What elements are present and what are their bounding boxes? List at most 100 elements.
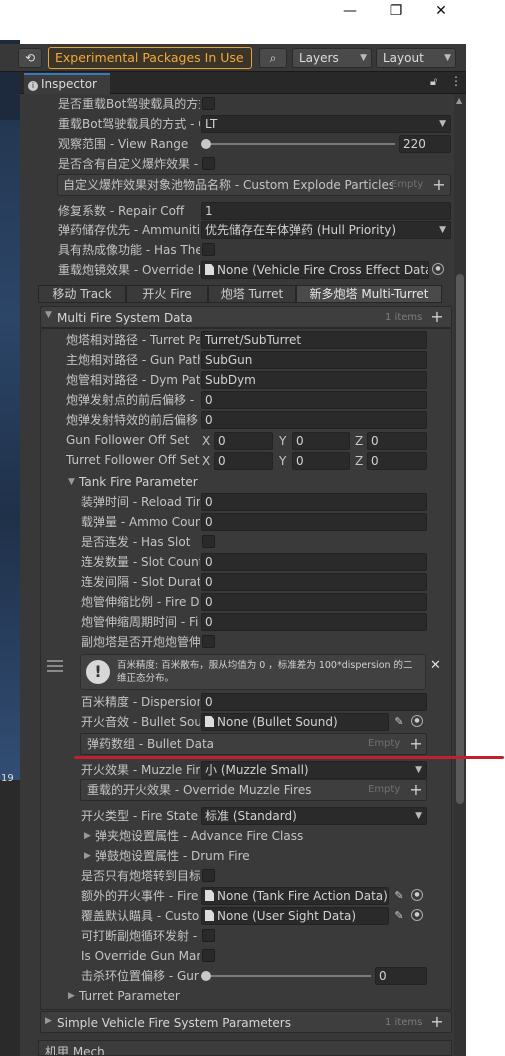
dym-path-field[interactable]: SubDym (201, 371, 427, 389)
turret-path-field[interactable]: Turret/SubTurret (201, 331, 427, 349)
reload-time-field[interactable]: 0 (201, 493, 427, 511)
expand-arrow-icon[interactable]: ▼ (45, 310, 52, 320)
expand-arrow-icon[interactable]: ▶ (84, 831, 91, 841)
gun-path-field[interactable]: SubGun (201, 351, 427, 369)
gun-follower-y[interactable]: 0 (292, 432, 350, 450)
ring-offset-field[interactable]: 0 (375, 967, 427, 985)
prop-label: 重载炮镜效果 - Override F (58, 263, 200, 277)
add-item-button[interactable]: + (406, 735, 426, 753)
turret-follower-x[interactable]: 0 (214, 452, 273, 470)
muzzle-dropdown[interactable]: 小 (Muzzle Small) ▼ (201, 761, 427, 779)
checkbox[interactable] (202, 929, 215, 942)
add-item-button[interactable]: + (427, 308, 447, 326)
view-range-field[interactable]: 220 (399, 135, 451, 153)
layout-dropdown[interactable]: Layout ▼ (376, 48, 456, 68)
prop-label: 载弹量 - Ammo Coun (81, 515, 200, 529)
prop-label: 是否含有自定义爆炸效果 - (58, 157, 199, 171)
checkbox[interactable] (202, 635, 215, 648)
more-options-icon[interactable]: ⋮ (450, 74, 462, 88)
scroll-up-icon[interactable]: ▲ (456, 96, 462, 105)
axis-z-label: Z (355, 434, 364, 448)
slot-count-field[interactable]: 0 (201, 553, 427, 571)
drum-fire-foldout[interactable]: 弹鼓炮设置属性 - Drum Fire (95, 847, 395, 865)
object-picker-icon[interactable]: ● (411, 715, 423, 727)
edit-icon[interactable]: ✎ (392, 909, 406, 923)
expand-arrow-icon[interactable]: ▶ (68, 991, 75, 1001)
checkbox[interactable] (202, 157, 215, 170)
view-range-slider-track[interactable] (205, 143, 395, 145)
object-picker-icon[interactable]: ● (411, 909, 423, 921)
ammunition-dropdown[interactable]: 优先储存在车体弹药 (Hull Priority) ▼ (201, 221, 451, 239)
gun-follower-label: Gun Follower Off Set (66, 433, 190, 447)
help-text: 百米精度: 百米散布，服从均值为 0 ，标准差为 100*dispersion … (117, 660, 413, 684)
expand-arrow-icon[interactable]: ▶ (45, 1016, 52, 1026)
scrollbar-thumb[interactable] (456, 274, 464, 804)
experimental-packages-badge[interactable]: Experimental Packages In Use ▼ (48, 47, 252, 85)
layers-dropdown[interactable]: Layers ▼ (292, 48, 372, 68)
tab-inspector[interactable]: i Inspector (24, 73, 110, 94)
subtab-track[interactable]: 移动 Track (38, 285, 126, 303)
mech-subtab[interactable]: 机甲 Mech (38, 1040, 452, 1056)
checkbox[interactable] (202, 535, 215, 548)
object-picker-icon[interactable]: ● (432, 263, 444, 275)
drag-handle-icon[interactable] (47, 660, 63, 672)
expand-arrow-icon[interactable]: ▶ (84, 851, 91, 861)
checkbox[interactable] (202, 97, 215, 110)
inspector-scrollbar[interactable]: ▲ (454, 94, 466, 1056)
fire-event-field[interactable]: None (Tank Fire Action Data) (201, 887, 389, 905)
turret-follower-y[interactable]: 0 (292, 452, 350, 470)
turret-parameter-foldout[interactable]: Turret Parameter (79, 987, 279, 1005)
checkbox[interactable] (202, 949, 215, 962)
turret-follower-z[interactable]: 0 (367, 452, 427, 470)
checkbox[interactable] (202, 243, 215, 256)
subtab-multi-turret[interactable]: 新多炮塔 Multi-Turret (296, 285, 442, 303)
slot-duration-field[interactable]: 0 (201, 573, 427, 591)
expand-arrow-icon[interactable]: ▼ (68, 477, 75, 487)
ammo-count-field[interactable]: 0 (201, 513, 427, 531)
fire-state-dropdown[interactable]: 标准 (Standard) ▼ (201, 807, 427, 825)
view-range-slider-knob[interactable] (201, 139, 211, 149)
chevron-down-icon: ▼ (439, 119, 446, 129)
bullet-sound-field[interactable]: None (Bullet Sound) (201, 713, 389, 731)
tank-fire-foldout[interactable]: Tank Fire Parameter (79, 473, 279, 491)
search-icon[interactable]: ⌕ (259, 48, 287, 68)
repair-coff-field[interactable]: 1 (201, 202, 451, 220)
gun-follower-z[interactable]: 0 (367, 432, 427, 450)
remove-element-icon[interactable]: ✕ (430, 658, 441, 673)
add-item-button[interactable]: + (427, 1013, 447, 1031)
history-icon[interactable]: ⟲ (18, 48, 42, 68)
add-item-button[interactable]: + (406, 781, 426, 799)
ring-offset-slider-knob[interactable] (201, 971, 211, 981)
user-sight-field[interactable]: None (User Sight Data) (201, 907, 389, 925)
restore-button[interactable]: ❐ (386, 2, 406, 20)
advance-fire-foldout[interactable]: 弹夹炮设置属性 - Advance Fire Class (95, 827, 395, 845)
edit-icon[interactable]: ✎ (392, 889, 406, 903)
fire-point-offset-field[interactable]: 0 (201, 391, 427, 409)
prop-label: 炮弹发射特效的前后偏移 (66, 413, 199, 427)
subtab-turret[interactable]: 炮塔 Turret (208, 285, 296, 303)
prop-label: 主炮相对路径 - Gun Path (66, 353, 200, 367)
bot-drive-dropdown[interactable]: LT ▼ (201, 115, 451, 133)
gun-follower-x[interactable]: 0 (214, 432, 273, 450)
items-count: 1 items (385, 312, 423, 323)
fire-cross-object-field[interactable]: None (Vehicle Fire Cross Effect Data) (201, 261, 429, 279)
fire-effect-offset-field[interactable]: 0 (201, 411, 427, 429)
checkbox[interactable] (202, 869, 215, 882)
fire-d-field[interactable]: 0 (201, 593, 427, 611)
lock-icon[interactable]: 🔓︎ (430, 75, 437, 89)
layers-label: Layers (299, 51, 339, 65)
multi-fire-section-header[interactable]: ▼ Multi Fire System Data 1 items + (40, 306, 452, 328)
add-item-button[interactable]: + (429, 176, 449, 194)
dispersion-field[interactable]: 0 (201, 693, 427, 711)
prop-label: Is Override Gun Mark (81, 949, 200, 963)
object-picker-icon[interactable]: ● (411, 889, 423, 901)
close-window-button[interactable]: ✕ (431, 2, 451, 20)
simple-fire-section-header[interactable]: ▶ Simple Vehicle Fire System Parameters … (40, 1011, 452, 1033)
minimize-button[interactable]: — (340, 2, 360, 20)
ring-offset-slider-track[interactable] (205, 975, 371, 977)
edit-icon[interactable]: ✎ (392, 715, 406, 729)
axis-y-label: Y (279, 454, 287, 468)
subtab-fire[interactable]: 开火 Fire (126, 285, 208, 303)
fire-period-field[interactable]: 0 (201, 613, 427, 631)
editor-toolbar: ⟲ Experimental Packages In Use ▼ ⌕ Layer… (0, 44, 466, 85)
